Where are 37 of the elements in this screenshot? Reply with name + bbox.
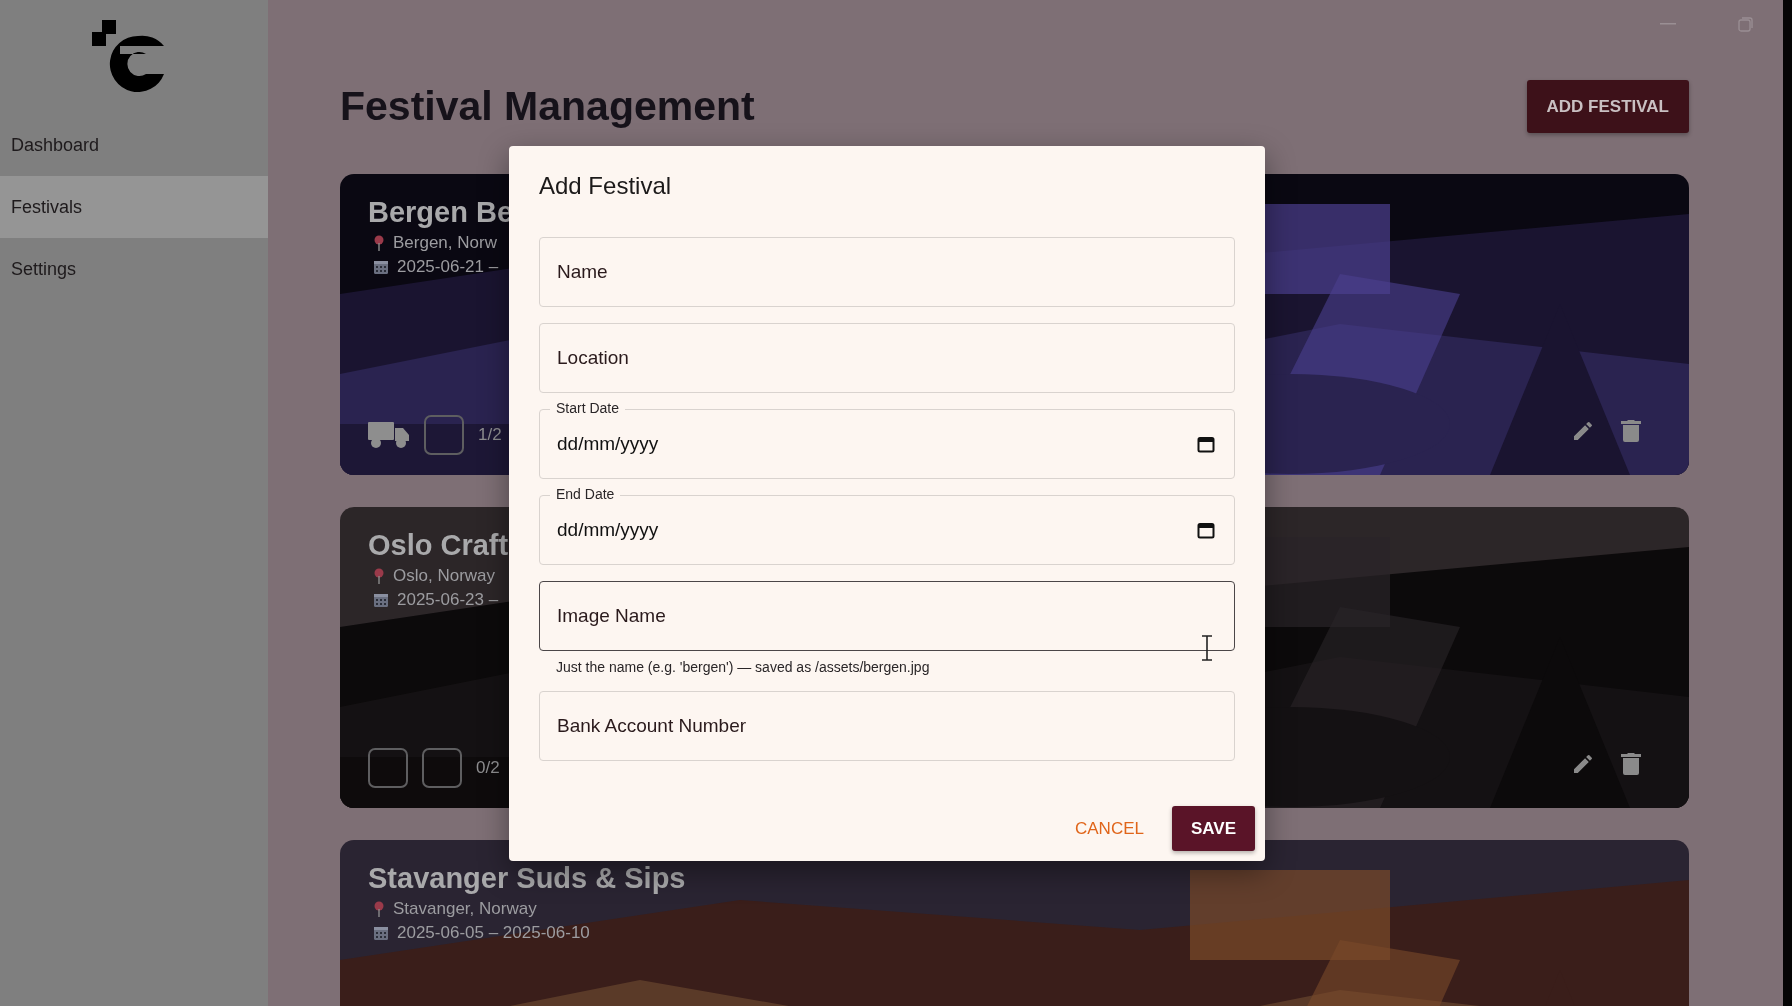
pin-icon [374,568,384,584]
pin-icon [374,235,384,251]
slot-count: 0/2 [476,758,500,778]
calendar-icon [374,593,388,607]
festival-location: Stavanger, Norway [393,899,537,919]
edit-icon[interactable] [1571,419,1595,443]
festival-name: Oslo Craft [368,529,509,562]
delete-icon[interactable] [1621,419,1641,443]
delete-icon[interactable] [1621,752,1641,776]
edit-icon[interactable] [1571,752,1595,776]
festival-dates: 2025-06-23 – [397,590,499,610]
festival-dates: 2025-06-05 – 2025-06-10 [397,923,590,943]
festival-name: Stavanger Suds & Sips [368,862,686,895]
festival-location: Bergen, Norw [393,233,497,253]
empty-slot [424,415,464,455]
save-button[interactable]: SAVE [1171,806,1255,851]
text-cursor-icon [1201,635,1213,661]
pin-icon [374,901,384,917]
empty-slot [368,748,408,788]
sidebar-item[interactable]: Settings [0,238,268,300]
cancel-button[interactable]: CANCEL [1067,810,1152,847]
calendar-icon [374,260,388,274]
dialog-title: Add Festival [539,172,673,200]
sidebar-item[interactable]: Dashboard [0,114,268,176]
page-title: Festival Management [340,83,755,130]
festival-dates: 2025-06-21 – [397,257,499,277]
input-field[interactable]: Image Name [539,581,1235,651]
calendar-icon[interactable] [1197,521,1215,539]
add-festival-button[interactable]: ADD FESTIVAL [1526,80,1689,133]
truck-icon [368,420,410,450]
sidebar-item[interactable]: Festivals [0,176,268,238]
calendar-icon[interactable] [1197,435,1215,453]
festival-location: Oslo, Norway [393,566,496,586]
calendar-icon [374,926,388,940]
empty-slot [422,748,462,788]
slot-count: 1/2 [478,425,502,445]
helper-text: Just the name (e.g. 'bergen') — saved as /assets/bergen.jpg [556,659,930,675]
